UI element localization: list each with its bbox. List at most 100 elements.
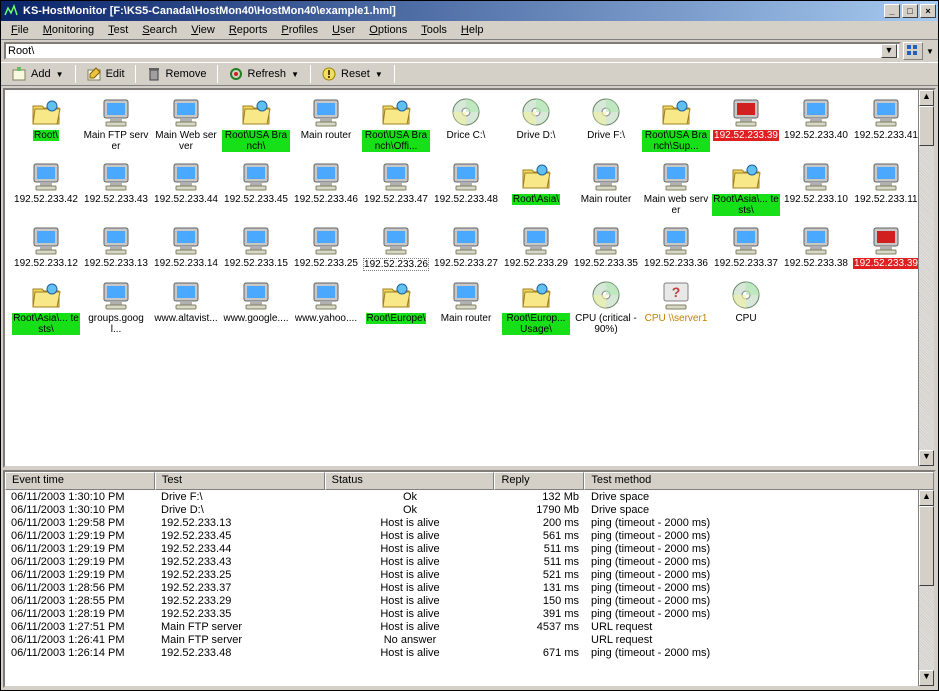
host-item[interactable]: CPU xyxy=(711,277,781,341)
remove-button[interactable]: Remove xyxy=(140,64,213,84)
host-item[interactable]: 192.52.233.47 xyxy=(361,158,431,222)
view-dropdown[interactable]: ▼ xyxy=(925,47,935,56)
host-item[interactable]: 192.52.233.26 xyxy=(361,222,431,277)
host-item[interactable]: Main FTP server xyxy=(81,94,151,158)
log-row[interactable]: 06/11/2003 1:27:51 PMMain FTP serverHost… xyxy=(5,620,934,633)
scroll-up-button[interactable]: ▲ xyxy=(919,490,934,506)
host-item[interactable]: Main router xyxy=(571,158,641,222)
host-item[interactable]: 192.52.233.27 xyxy=(431,222,501,277)
host-item[interactable]: Root\ xyxy=(11,94,81,158)
log-col-status[interactable]: Status xyxy=(325,472,495,490)
view-mode-button[interactable] xyxy=(903,42,923,60)
host-item[interactable]: Root\Asia\ xyxy=(501,158,571,222)
log-row[interactable]: 06/11/2003 1:28:19 PM192.52.233.35Host i… xyxy=(5,607,934,620)
host-item[interactable]: 192.52.233.35 xyxy=(571,222,641,277)
log-row[interactable]: 06/11/2003 1:29:19 PM192.52.233.45Host i… xyxy=(5,529,934,542)
host-item[interactable]: www.yahoo.... xyxy=(291,277,361,341)
host-item[interactable]: Drive D:\ xyxy=(501,94,571,158)
menu-user[interactable]: User xyxy=(326,23,361,37)
menu-monitoring[interactable]: Monitoring xyxy=(37,23,100,37)
host-item[interactable]: 192.52.233.44 xyxy=(151,158,221,222)
host-item[interactable]: 192.52.233.40 xyxy=(781,94,851,158)
host-item[interactable]: 192.52.233.48 xyxy=(431,158,501,222)
log-row[interactable]: 06/11/2003 1:28:55 PM192.52.233.29Host i… xyxy=(5,594,934,607)
host-item[interactable]: CPU (critical - 90%) xyxy=(571,277,641,341)
host-item[interactable]: Root\Europe\ xyxy=(361,277,431,341)
host-item[interactable]: Main router xyxy=(291,94,361,158)
host-item[interactable]: Root\USA Branch\Offi... xyxy=(361,94,431,158)
host-item[interactable]: 192.52.233.25 xyxy=(291,222,361,277)
host-item[interactable]: 192.52.233.15 xyxy=(221,222,291,277)
menu-reports[interactable]: Reports xyxy=(223,23,274,37)
menu-options[interactable]: Options xyxy=(363,23,413,37)
menu-file[interactable]: File xyxy=(5,23,35,37)
reset-button[interactable]: Reset ▼ xyxy=(315,64,390,84)
host-item[interactable]: Root\USA Branch\ xyxy=(221,94,291,158)
scroll-track[interactable] xyxy=(919,586,934,670)
host-item[interactable]: 192.52.233.39 xyxy=(711,94,781,158)
path-combo[interactable]: Root\ ▼ xyxy=(4,42,901,60)
log-row[interactable]: 06/11/2003 1:26:14 PM192.52.233.48Host i… xyxy=(5,646,934,659)
menu-view[interactable]: View xyxy=(185,23,221,37)
host-item[interactable]: Main Web server xyxy=(151,94,221,158)
host-item[interactable]: 192.52.233.14 xyxy=(151,222,221,277)
host-item[interactable]: 192.52.233.43 xyxy=(81,158,151,222)
host-item[interactable]: 192.52.233.29 xyxy=(501,222,571,277)
host-item[interactable]: Root\Europ... Usage\ xyxy=(501,277,571,341)
menu-test[interactable]: Test xyxy=(102,23,134,37)
host-item[interactable]: 192.52.233.11 xyxy=(851,158,921,222)
log-row[interactable]: 06/11/2003 1:28:56 PM192.52.233.37Host i… xyxy=(5,581,934,594)
scroll-thumb[interactable] xyxy=(919,106,934,146)
log-col-test-method[interactable]: Test method xyxy=(584,472,934,490)
add-dropdown[interactable]: ▼ xyxy=(55,70,65,79)
menu-help[interactable]: Help xyxy=(455,23,490,37)
menu-profiles[interactable]: Profiles xyxy=(275,23,324,37)
host-item[interactable]: 192.52.233.13 xyxy=(81,222,151,277)
log-row[interactable]: 06/11/2003 1:29:19 PM192.52.233.25Host i… xyxy=(5,568,934,581)
host-item[interactable]: Root\USA Branch\Sup... xyxy=(641,94,711,158)
log-col-test[interactable]: Test xyxy=(155,472,325,490)
host-item[interactable]: Drive F:\ xyxy=(571,94,641,158)
log-row[interactable]: 06/11/2003 1:30:10 PMDrive F:\Ok132 MbDr… xyxy=(5,490,934,503)
host-item[interactable]: 192.52.233.46 xyxy=(291,158,361,222)
host-item[interactable]: 192.52.233.37 xyxy=(711,222,781,277)
log-row[interactable]: 06/11/2003 1:29:19 PM192.52.233.44Host i… xyxy=(5,542,934,555)
host-item[interactable]: Main web server xyxy=(641,158,711,222)
log-row[interactable]: 06/11/2003 1:30:10 PMDrive D:\Ok1790 MbD… xyxy=(5,503,934,516)
host-item[interactable]: Main router xyxy=(431,277,501,341)
host-item[interactable]: 192.52.233.36 xyxy=(641,222,711,277)
host-item[interactable]: CPU \\server1 xyxy=(641,277,711,341)
host-item[interactable]: Root\Asia\... tests\ xyxy=(11,277,81,341)
scroll-track[interactable] xyxy=(919,146,934,450)
host-item[interactable]: groups.googl... xyxy=(81,277,151,341)
edit-button[interactable]: Edit xyxy=(80,64,131,84)
log-row[interactable]: 06/11/2003 1:29:19 PM192.52.233.43Host i… xyxy=(5,555,934,568)
scroll-down-button[interactable]: ▼ xyxy=(919,670,934,686)
icon-area[interactable]: Root\Main FTP serverMain Web serverRoot\… xyxy=(3,88,936,468)
host-item[interactable]: www.altavist... xyxy=(151,277,221,341)
path-dropdown-button[interactable]: ▼ xyxy=(881,44,897,58)
log-col-event-time[interactable]: Event time xyxy=(5,472,155,490)
icon-scrollbar[interactable]: ▲ ▼ xyxy=(918,90,934,466)
close-button[interactable]: × xyxy=(920,4,936,18)
scroll-up-button[interactable]: ▲ xyxy=(919,90,934,106)
host-item[interactable]: 192.52.233.10 xyxy=(781,158,851,222)
reset-dropdown[interactable]: ▼ xyxy=(374,70,384,79)
menu-tools[interactable]: Tools xyxy=(415,23,453,37)
log-body[interactable]: 06/11/2003 1:30:10 PMDrive F:\Ok132 MbDr… xyxy=(5,490,934,686)
add-button[interactable]: Add ▼ xyxy=(5,64,71,84)
host-item[interactable]: 192.52.233.38 xyxy=(781,222,851,277)
host-item[interactable]: 192.52.233.39 xyxy=(851,222,921,277)
menu-search[interactable]: Search xyxy=(136,23,183,37)
log-scrollbar[interactable]: ▲ ▼ xyxy=(918,490,934,686)
log-row[interactable]: 06/11/2003 1:26:41 PMMain FTP serverNo a… xyxy=(5,633,934,646)
host-item[interactable]: 192.52.233.45 xyxy=(221,158,291,222)
host-item[interactable]: 192.52.233.41 xyxy=(851,94,921,158)
refresh-dropdown[interactable]: ▼ xyxy=(290,70,300,79)
maximize-button[interactable]: □ xyxy=(902,4,918,18)
scroll-thumb[interactable] xyxy=(919,506,934,586)
minimize-button[interactable]: _ xyxy=(884,4,900,18)
host-item[interactable]: 192.52.233.42 xyxy=(11,158,81,222)
log-row[interactable]: 06/11/2003 1:29:58 PM192.52.233.13Host i… xyxy=(5,516,934,529)
log-col-reply[interactable]: Reply xyxy=(494,472,584,490)
